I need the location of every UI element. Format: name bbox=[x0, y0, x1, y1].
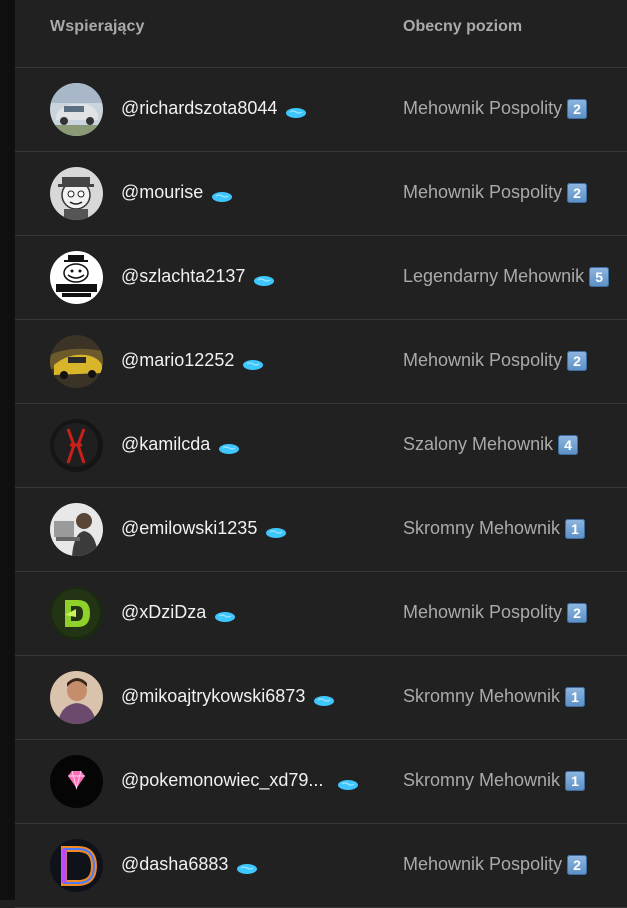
left-rail bbox=[0, 0, 15, 900]
level-label: Szalony Mehownik bbox=[403, 434, 554, 454]
tier-keycap-icon: 2 bbox=[567, 602, 588, 623]
level-cell: Mehownik Pospolity 2 bbox=[403, 602, 588, 623]
member-badge-icon bbox=[242, 355, 264, 370]
table-row: @mourise Mehownik Pospolity 2 bbox=[15, 152, 627, 236]
table-row: @emilowski1235 Skromny Mehownik 1 bbox=[15, 488, 627, 572]
supporter-user: @richardszota8044 bbox=[121, 98, 307, 119]
username[interactable]: @szlachta2137 bbox=[121, 266, 245, 287]
tier-keycap-icon: 1 bbox=[565, 686, 586, 707]
supporter-user: @szlachta2137 bbox=[121, 266, 275, 287]
level-label: Legendarny Mehownik bbox=[403, 266, 585, 286]
szlachta-logo-avatar[interactable] bbox=[50, 251, 103, 304]
tier-keycap-icon: 4 bbox=[558, 434, 579, 455]
member-badge-icon bbox=[218, 439, 240, 454]
supporter-user: @mikoajtrykowski6873 bbox=[121, 686, 335, 707]
person-laptop-avatar[interactable] bbox=[50, 503, 103, 556]
table-row: @kamilcda Szalony Mehownik 4 bbox=[15, 404, 627, 488]
username[interactable]: @mourise bbox=[121, 182, 203, 203]
table-header: Wspierający Obecny poziom bbox=[15, 0, 627, 68]
table-row: @szlachta2137 Legendarny Mehownik 5 bbox=[15, 236, 627, 320]
header-supporters: Wspierający bbox=[50, 18, 145, 35]
pink-gem-avatar[interactable] bbox=[50, 755, 103, 808]
table-row: @xDziDza Mehownik Pospolity 2 bbox=[15, 572, 627, 656]
member-badge-icon bbox=[236, 859, 258, 874]
table-row: @mario12252 Mehownik Pospolity 2 bbox=[15, 320, 627, 404]
supporter-user: @dasha6883 bbox=[121, 854, 258, 875]
level-cell: Mehownik Pospolity 2 bbox=[403, 98, 588, 119]
supporter-user: @emilowski1235 bbox=[121, 518, 287, 539]
member-badge-icon bbox=[313, 691, 335, 706]
supporter-user: @xDziDza bbox=[121, 602, 236, 623]
level-label: Mehownik Pospolity bbox=[403, 98, 563, 118]
cartoon-character-avatar[interactable] bbox=[50, 167, 103, 220]
username[interactable]: @kamilcda bbox=[121, 434, 210, 455]
supporter-user: @pokemonowiec_xd79... bbox=[121, 770, 359, 791]
red-symbol-avatar[interactable] bbox=[50, 419, 103, 472]
table-row: @dasha6883 Mehownik Pospolity 2 bbox=[15, 824, 627, 908]
tier-keycap-icon: 1 bbox=[565, 770, 586, 791]
level-cell: Mehownik Pospolity 2 bbox=[403, 182, 588, 203]
level-cell: Skromny Mehownik 1 bbox=[403, 518, 586, 539]
member-badge-icon bbox=[253, 271, 275, 286]
header-level: Obecny poziom bbox=[403, 18, 523, 35]
supporter-user: @mourise bbox=[121, 182, 233, 203]
person-photo-avatar[interactable] bbox=[50, 671, 103, 724]
level-label: Mehownik Pospolity bbox=[403, 854, 563, 874]
fire-d-avatar[interactable] bbox=[50, 839, 103, 892]
table-row: @richardszota8044 Mehownik Pospolity 2 bbox=[15, 68, 627, 152]
level-cell: Skromny Mehownik 1 bbox=[403, 686, 586, 707]
username[interactable]: @richardszota8044 bbox=[121, 98, 277, 119]
table-row: @mikoajtrykowski6873 Skromny Mehownik 1 bbox=[15, 656, 627, 740]
level-label: Mehownik Pospolity bbox=[403, 350, 563, 370]
username[interactable]: @mario12252 bbox=[121, 350, 234, 371]
supporters-table: Wspierający Obecny poziom @richardszota8… bbox=[15, 0, 627, 908]
username[interactable]: @dasha6883 bbox=[121, 854, 228, 875]
tier-keycap-icon: 5 bbox=[589, 266, 610, 287]
tier-keycap-icon: 2 bbox=[567, 182, 588, 203]
tier-keycap-icon: 2 bbox=[567, 350, 588, 371]
username[interactable]: @mikoajtrykowski6873 bbox=[121, 686, 305, 707]
yellow-car-avatar[interactable] bbox=[50, 335, 103, 388]
level-label: Skromny Mehownik bbox=[403, 518, 561, 538]
supporter-user: @kamilcda bbox=[121, 434, 240, 455]
level-label: Skromny Mehownik bbox=[403, 770, 561, 790]
level-label: Mehownik Pospolity bbox=[403, 182, 563, 202]
green-d-logo-avatar[interactable] bbox=[50, 587, 103, 640]
level-cell: Mehownik Pospolity 2 bbox=[403, 350, 588, 371]
level-cell: Mehownik Pospolity 2 bbox=[403, 854, 588, 875]
username[interactable]: @emilowski1235 bbox=[121, 518, 257, 539]
level-cell: Skromny Mehownik 1 bbox=[403, 770, 586, 791]
member-badge-icon bbox=[211, 187, 233, 202]
member-badge-icon bbox=[265, 523, 287, 538]
silver-car-avatar[interactable] bbox=[50, 83, 103, 136]
member-badge-icon bbox=[214, 607, 236, 622]
tier-keycap-icon: 2 bbox=[567, 98, 588, 119]
username[interactable]: @xDziDza bbox=[121, 602, 206, 623]
supporter-user: @mario12252 bbox=[121, 350, 264, 371]
level-cell: Szalony Mehownik 4 bbox=[403, 434, 579, 455]
level-cell: Legendarny Mehownik 5 bbox=[403, 266, 610, 287]
tier-keycap-icon: 1 bbox=[565, 518, 586, 539]
table-row: @pokemonowiec_xd79... Skromny Mehownik 1 bbox=[15, 740, 627, 824]
member-badge-icon bbox=[337, 775, 359, 790]
level-label: Skromny Mehownik bbox=[403, 686, 561, 706]
username[interactable]: @pokemonowiec_xd79... bbox=[121, 770, 323, 791]
level-label: Mehownik Pospolity bbox=[403, 602, 563, 622]
tier-keycap-icon: 2 bbox=[567, 854, 588, 875]
member-badge-icon bbox=[285, 103, 307, 118]
